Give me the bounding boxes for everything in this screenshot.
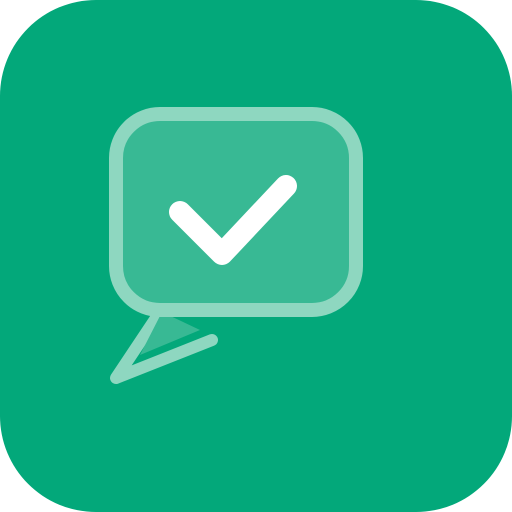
chat-bubble-body [109,107,363,317]
app-icon [0,0,512,512]
app-icon-graphic [0,0,512,512]
